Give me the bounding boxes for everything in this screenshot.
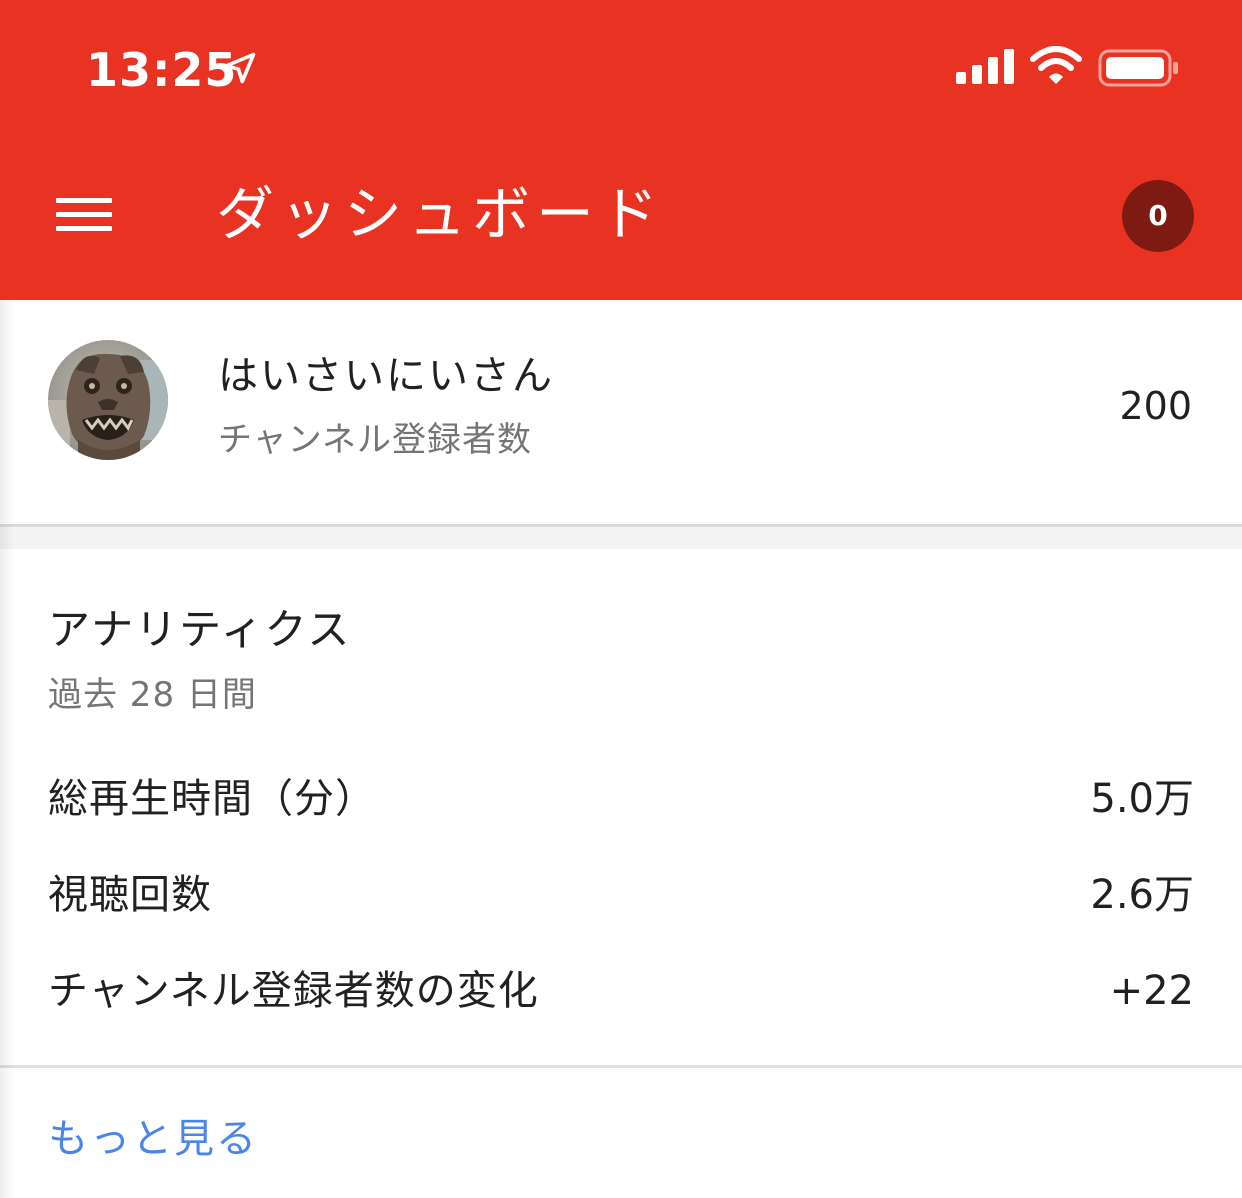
section-gap <box>0 527 1242 549</box>
status-time: 13:25 <box>86 43 238 97</box>
channel-name: はいさいにいさん <box>218 353 554 399</box>
metric-row-watch-time: 総再生時間（分） 5.0万 <box>48 769 1194 829</box>
subscriber-label: チャンネル登録者数 <box>218 420 532 460</box>
metric-label: チャンネル登録者数の変化 <box>48 968 539 1014</box>
hamburger-menu-icon[interactable] <box>56 194 112 236</box>
analytics-title: アナリティクス <box>48 605 352 654</box>
shisa-avatar-icon <box>48 340 168 460</box>
page-title: ダッシュボード <box>216 180 665 248</box>
notification-badge[interactable]: 0 <box>1122 180 1194 252</box>
metric-label: 視聴回数 <box>48 872 212 918</box>
metric-value: +22 <box>1109 968 1194 1014</box>
wifi-icon <box>1030 46 1082 84</box>
metric-label: 総再生時間（分） <box>48 776 376 822</box>
battery-icon <box>1098 49 1178 87</box>
metric-row-views: 視聴回数 2.6万 <box>48 865 1194 925</box>
see-more-link[interactable]: もっと見る <box>48 1111 258 1167</box>
divider <box>0 1065 1242 1068</box>
location-arrow-icon <box>224 52 256 84</box>
metric-value: 5.0万 <box>1090 776 1194 822</box>
app-bar: 13:25 ダッシュボード 0 <box>0 0 1242 300</box>
cellular-signal-icon <box>956 49 1014 84</box>
metric-row-subscriber-change: チャンネル登録者数の変化 +22 <box>48 961 1194 1021</box>
analytics-card: アナリティクス 過去 28 日間 総再生時間（分） 5.0万 視聴回数 2.6万… <box>0 549 1242 1198</box>
metric-value: 2.6万 <box>1090 872 1194 918</box>
channel-summary-card[interactable]: はいさいにいさん チャンネル登録者数 200 <box>0 300 1242 527</box>
analytics-period: 過去 28 日間 <box>48 675 257 715</box>
subscriber-count: 200 <box>1119 384 1192 428</box>
